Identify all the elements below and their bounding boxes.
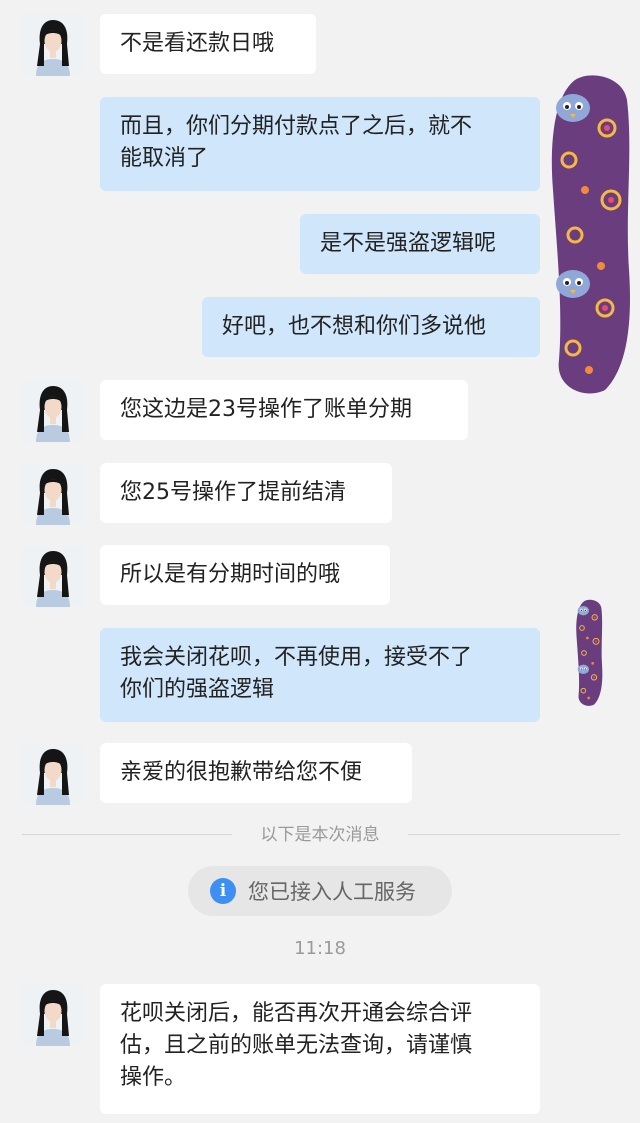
agent-avatar[interactable]	[22, 14, 84, 76]
message-bubble-incoming[interactable]: 亲爱的很抱歉带给您不便	[100, 743, 412, 803]
system-notice-text: 您已接入人工服务	[248, 880, 416, 904]
message-bubble-incoming[interactable]: 您25号操作了提前结清	[100, 463, 392, 523]
message-bubble-incoming[interactable]: 您这边是23号操作了账单分期	[100, 380, 468, 440]
message-bubble-outgoing[interactable]: 而且，你们分期付款点了之后，就不 能取消了	[100, 97, 540, 191]
message-bubble-outgoing[interactable]: 是不是强盗逻辑呢	[300, 214, 540, 274]
message-bubble-incoming[interactable]: 所以是有分期时间的哦	[100, 545, 390, 605]
divider-line-right	[408, 834, 620, 835]
message-bubble-outgoing[interactable]: 我会关闭花呗，不再使用，接受不了 你们的强盗逻辑	[100, 628, 540, 722]
message-bubble-incoming[interactable]: 不是看还款日哦	[100, 14, 316, 74]
divider-line-left	[22, 834, 232, 835]
agent-avatar[interactable]	[22, 984, 84, 1046]
purple-owl-sticker[interactable]	[545, 70, 635, 400]
system-notice: i 您已接入人工服务	[188, 866, 452, 916]
history-divider-label: 以下是本次消息	[260, 825, 380, 845]
message-timestamp: 11:18	[294, 938, 346, 959]
message-bubble-outgoing[interactable]: 好吧，也不想和你们多说他	[202, 297, 540, 357]
purple-owl-sticker[interactable]	[552, 598, 626, 708]
agent-avatar[interactable]	[22, 743, 84, 805]
info-icon: i	[210, 878, 236, 904]
agent-avatar[interactable]	[22, 545, 84, 607]
message-bubble-incoming[interactable]: 花呗关闭后，能否再次开通会综合评 估，且之前的账单无法查询，请谨慎 操作。	[100, 984, 540, 1114]
agent-avatar[interactable]	[22, 463, 84, 525]
agent-avatar[interactable]	[22, 380, 84, 442]
